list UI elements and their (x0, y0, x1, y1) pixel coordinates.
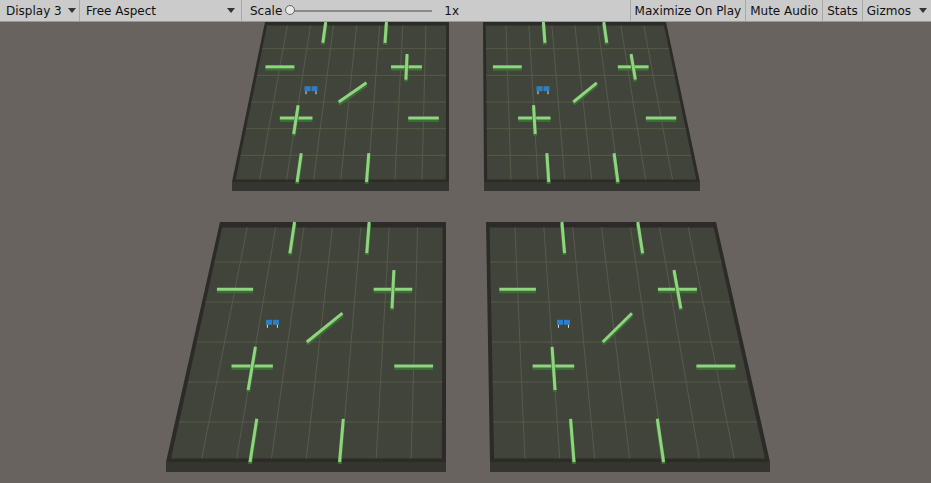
game-render (0, 22, 931, 483)
toolbar-toggle[interactable]: Mute Audio (745, 0, 822, 21)
toolbar-toggle[interactable]: Maximize On Play (630, 0, 746, 21)
game-view (0, 22, 931, 483)
label: 1x (444, 4, 459, 18)
slider-track[interactable] (290, 10, 432, 12)
label: Scale (250, 4, 282, 18)
label: Maximize On Play (635, 4, 742, 18)
dropdown-arrow-icon (68, 8, 76, 13)
game-view-toolbar: Display 3 Free Aspect Scale 1x Maximize On P… (0, 0, 931, 22)
label: Display 3 (6, 4, 62, 18)
label: Stats (827, 4, 858, 18)
toolbar-spacer (467, 0, 630, 21)
aspect-dropdown[interactable]: Free Aspect (80, 0, 242, 21)
display-dropdown[interactable]: Display 3 (0, 0, 80, 21)
label: Gizmos (867, 4, 911, 18)
slider-thumb[interactable] (285, 5, 295, 15)
dropdown-arrow-icon (227, 8, 235, 13)
label: Free Aspect (86, 4, 156, 18)
toolbar-toggle[interactable]: Gizmos (862, 0, 931, 21)
label: Mute Audio (750, 4, 818, 18)
scale-slider[interactable]: Scale 1x (242, 0, 467, 21)
dropdown-arrow-icon[interactable] (919, 8, 927, 13)
toolbar-toggle[interactable]: Stats (822, 0, 862, 21)
